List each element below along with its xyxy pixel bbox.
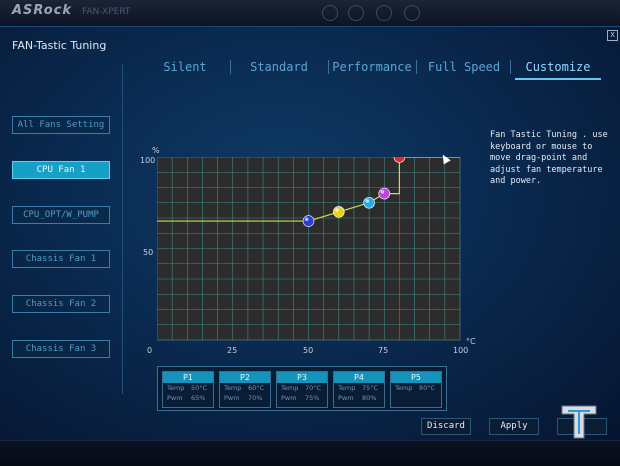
point-card-p1[interactable]: P1 Temp 50°C Pwm 65%: [162, 371, 214, 408]
drag-point-p3[interactable]: [363, 196, 375, 209]
pwm-value: 65%: [191, 394, 206, 402]
temp-label: Temp: [395, 384, 413, 392]
point-name: P4: [334, 372, 384, 383]
temp-value: 50°C: [191, 384, 208, 392]
screen-icon[interactable]: [322, 5, 338, 21]
tab-separator: [416, 60, 417, 74]
tab-silent[interactable]: Silent: [150, 56, 220, 78]
pwm-label: Pwm: [281, 394, 297, 402]
sidebar-item-chassis-fan-3[interactable]: Chassis Fan 3: [12, 340, 110, 358]
y-axis-unit: %: [152, 146, 160, 155]
tab-customize[interactable]: Customize: [515, 56, 601, 80]
point-name: P3: [277, 372, 327, 383]
points-panel: P1 Temp 50°C Pwm 65% P2 Temp 60°C Pwm 70% P3…: [157, 366, 447, 411]
drag-point-highlight: [380, 190, 385, 194]
pwm-label: Pwm: [167, 394, 183, 402]
x-axis-unit: °C: [466, 337, 476, 346]
window-title: FAN-Tastic Tuning: [12, 39, 107, 52]
x-tick-label: 75: [378, 346, 389, 355]
drag-point-p2[interactable]: [333, 206, 345, 218]
point-card-p3[interactable]: P3 Temp 70°C Pwm 75%: [276, 371, 328, 408]
top-bar: ASRock FAN-XPERT: [0, 0, 620, 27]
chart-grid: [157, 157, 460, 340]
tab-separator: [230, 60, 231, 74]
pwm-value: 80%: [362, 394, 377, 402]
drag-point-highlight: [304, 217, 309, 222]
apply-button[interactable]: Apply: [489, 418, 539, 435]
help-description: Fan Tastic Tuning . use keyboard or mous…: [490, 130, 608, 186]
tab-separator: [328, 60, 329, 74]
discard-button[interactable]: Discard: [421, 418, 471, 435]
close-button[interactable]: X: [607, 30, 618, 41]
sidebar-item-all-fans[interactable]: All Fans Setting: [12, 116, 110, 134]
exit-icon[interactable]: [404, 5, 420, 21]
temp-value: 70°C: [305, 384, 322, 392]
tab-full-speed[interactable]: Full Speed: [422, 56, 506, 78]
fan-curve-chart[interactable]: [157, 157, 461, 341]
x-tick-label: 100: [453, 346, 469, 355]
temp-label: Temp: [338, 384, 356, 392]
favorite-icon[interactable]: [376, 5, 392, 21]
bottom-bar: [0, 440, 620, 466]
drag-point-highlight: [365, 199, 370, 203]
temp-value: 75°C: [362, 384, 379, 392]
pwm-value: 75%: [305, 394, 320, 402]
tab-standard[interactable]: Standard: [240, 56, 318, 78]
profile-tabs: Silent Standard Performance Full Speed C…: [130, 56, 610, 80]
y-tick-label: 50: [143, 248, 154, 257]
app-logo: ASRock: [12, 3, 73, 18]
point-card-p5[interactable]: P5 Temp 80°C: [390, 371, 442, 408]
sidebar-divider: [122, 64, 123, 394]
tab-performance[interactable]: Performance: [332, 56, 412, 78]
point-name: P5: [391, 372, 441, 383]
point-card-p2[interactable]: P2 Temp 60°C Pwm 70%: [219, 371, 271, 408]
watermark-logo-icon: [561, 405, 597, 439]
temp-label: Temp: [167, 384, 185, 392]
temp-label: Temp: [281, 384, 299, 392]
y-tick-label: 100: [140, 156, 156, 165]
drag-point-p4[interactable]: [378, 187, 391, 200]
pwm-label: Pwm: [338, 394, 354, 402]
x-tick-label: 50: [303, 346, 314, 355]
pwm-label: Pwm: [224, 394, 240, 402]
drag-point-p1[interactable]: [302, 215, 315, 227]
pwm-value: 70%: [248, 394, 263, 402]
app-logo-subtitle: FAN-XPERT: [82, 7, 131, 17]
sidebar-item-chassis-fan-1[interactable]: Chassis Fan 1: [12, 250, 110, 268]
x-tick-label: 0: [147, 346, 153, 355]
sidebar-item-cpu-fan-1[interactable]: CPU Fan 1: [12, 161, 110, 179]
sidebar-item-cpu-opt[interactable]: CPU_OPT/W_PUMP: [12, 206, 110, 224]
point-name: P2: [220, 372, 270, 383]
settings-icon[interactable]: [348, 5, 364, 21]
x-tick-label: 25: [227, 346, 238, 355]
point-name: P1: [163, 372, 213, 383]
sidebar-item-chassis-fan-2[interactable]: Chassis Fan 2: [12, 295, 110, 313]
tab-separator: [510, 60, 511, 74]
temp-value: 80°C: [419, 384, 436, 392]
point-card-p4[interactable]: P4 Temp 75°C Pwm 80%: [333, 371, 385, 408]
drag-point-highlight: [335, 208, 339, 212]
temp-value: 60°C: [248, 384, 265, 392]
temp-label: Temp: [224, 384, 242, 392]
